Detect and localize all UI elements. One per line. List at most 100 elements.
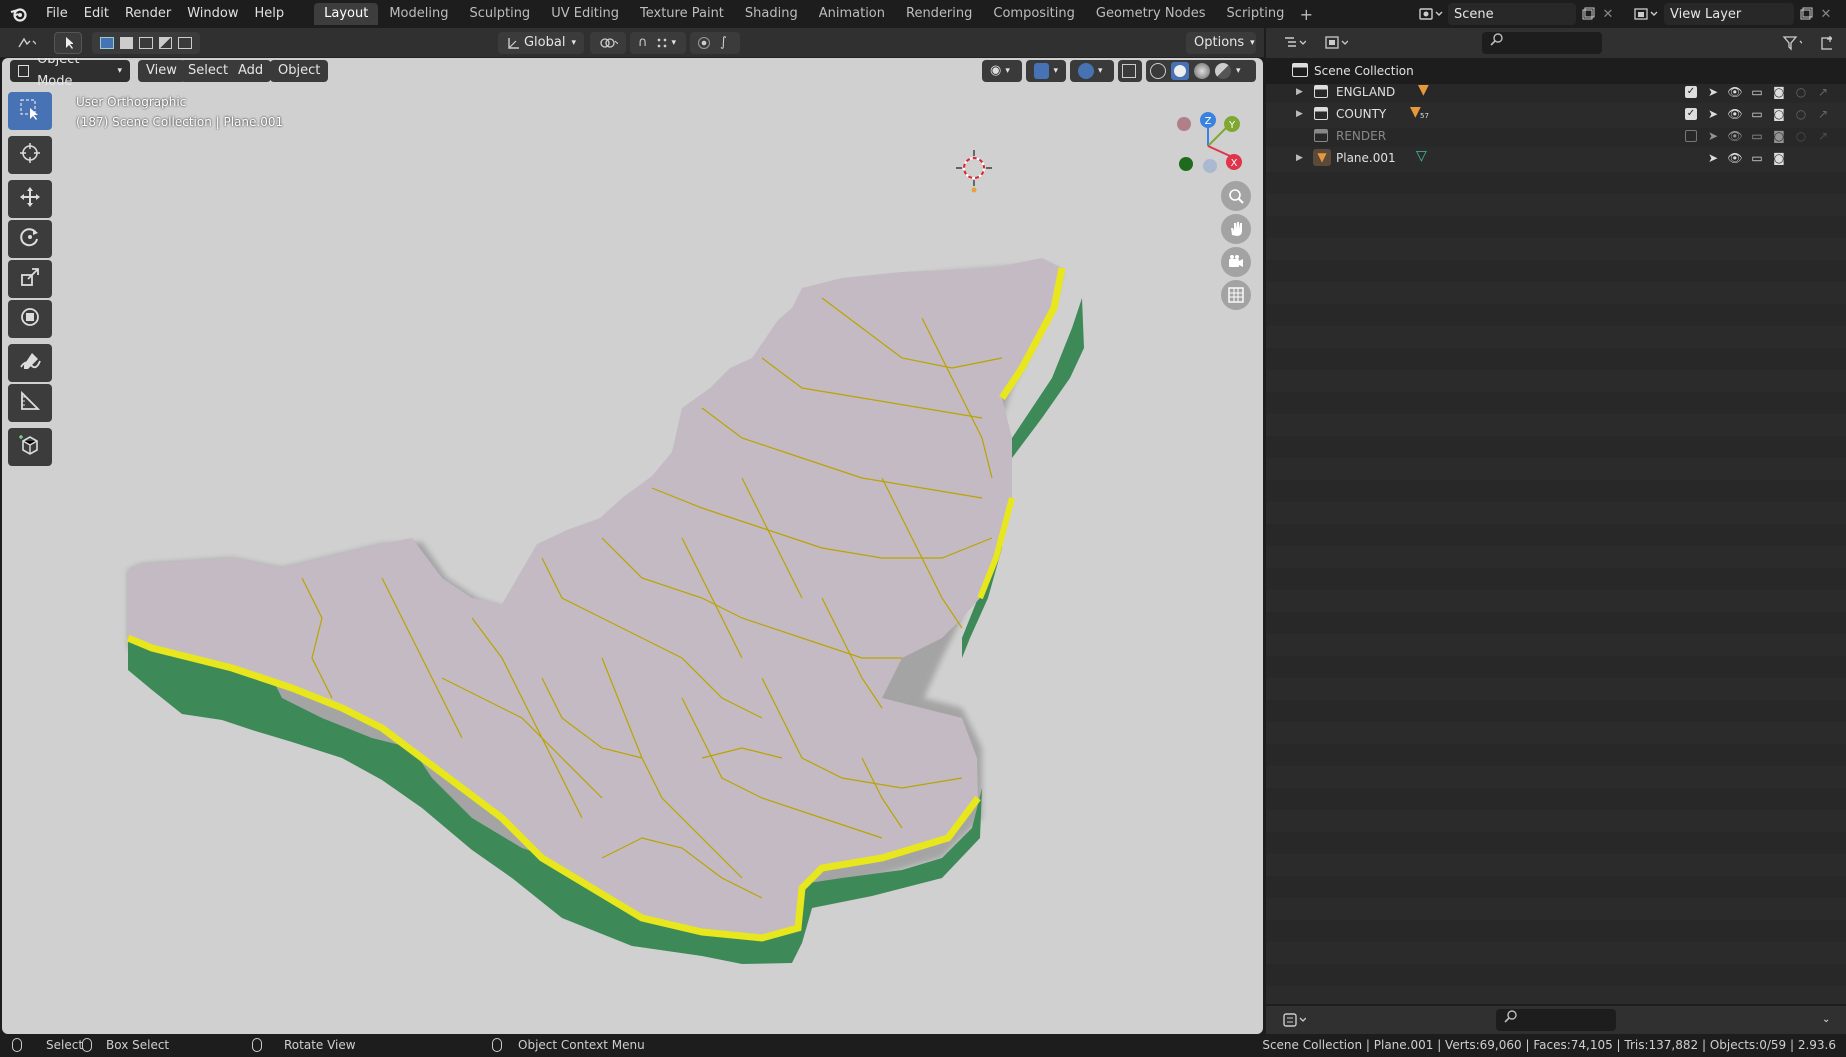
outliner-row-scene-collection[interactable]: Scene Collection [1266,60,1846,82]
delete-scene-icon[interactable]: ✕ [1600,3,1616,25]
monitor-icon[interactable]: ▭ [1746,148,1768,168]
neg-z-handle[interactable] [1203,159,1217,173]
zoom-icon[interactable] [1221,181,1251,211]
select-intersect-icon[interactable] [178,37,192,49]
tab-animation[interactable]: Animation [809,3,895,25]
monitor-icon[interactable]: ▭ [1746,82,1768,102]
solid-shading-icon[interactable] [1171,62,1189,80]
tab-modeling[interactable]: Modeling [379,3,458,25]
blender-logo-icon[interactable] [8,3,30,25]
tab-sculpting[interactable]: Sculpting [459,3,540,25]
monitor-icon[interactable]: ▭ [1746,104,1768,124]
delete-view-layer-icon[interactable]: ✕ [1818,3,1834,25]
falloff-curve-icon[interactable]: ∫ [720,32,727,54]
xray-toggle-icon[interactable] [1118,60,1142,82]
expand-arrow-icon[interactable]: ▶ [1296,153,1303,163]
camera-view-icon[interactable] [1221,247,1251,277]
outliner-editor-type-icon[interactable] [1274,32,1314,54]
neg-x-handle[interactable] [1177,117,1191,131]
editor-type-icon[interactable] [8,32,44,54]
tab-texture-paint[interactable]: Texture Paint [630,3,734,25]
ortho-grid-icon[interactable] [1221,280,1251,310]
select-subtract-icon[interactable] [139,37,153,49]
measure-tool[interactable] [8,384,52,422]
object-menu[interactable]: Object [270,60,329,82]
camera-icon[interactable]: ◙ [1768,104,1790,124]
selectable-arrow-icon[interactable]: ➤ [1702,104,1724,124]
new-view-layer-icon[interactable] [1796,3,1816,25]
view-layer-icon[interactable] [1630,3,1666,25]
menu-window[interactable]: Window [179,0,246,28]
wireframe-shading-icon[interactable] [1150,63,1166,79]
magnet-icon[interactable]: ∩ [638,32,648,54]
properties-search-input[interactable] [1496,1009,1616,1031]
rotate-tool[interactable] [8,220,52,258]
scale-tool[interactable] [8,260,52,298]
select-box-tool[interactable] [8,92,52,130]
indirect-only-icon[interactable]: ↗ [1812,82,1834,102]
tab-layout[interactable]: Layout [314,3,379,25]
select-menu[interactable]: Select [180,60,237,82]
selectable-arrow-icon[interactable]: ➤ [1702,148,1724,168]
navigation-gizmo[interactable]: Z Y X [1168,104,1248,184]
new-collection-icon[interactable] [1812,32,1840,54]
camera-icon[interactable]: ◙ [1768,126,1790,146]
include-checkbox[interactable]: ✓ [1680,82,1702,102]
new-scene-icon[interactable] [1578,3,1598,25]
gizmo-dropdown[interactable]: ▾ [1026,60,1066,82]
holdout-icon[interactable]: ○ [1790,82,1812,102]
tab-geometry-nodes[interactable]: Geometry Nodes [1086,3,1216,25]
properties-editor-type-icon[interactable] [1274,1009,1314,1031]
transform-tool[interactable] [8,300,52,338]
selectable-arrow-icon[interactable]: ➤ [1702,82,1724,102]
selectable-arrow-icon[interactable]: ➤ [1702,126,1724,146]
outliner-row-county[interactable]: ▶ COUNTY ▼ 57 ✓ ➤ 👁 ▭ ◙ ○ ↗ [1266,103,1846,125]
pivot-point-icon[interactable] [590,32,626,54]
snap-target-icon[interactable] [655,37,668,49]
display-mode-icon[interactable] [1316,32,1356,54]
holdout-icon[interactable]: ○ [1790,104,1812,124]
cursor-tool[interactable] [8,136,52,174]
select-extend-icon[interactable] [119,37,134,49]
options-dropdown[interactable]: Options ▾ [1186,32,1256,54]
camera-icon[interactable]: ◙ [1768,148,1790,168]
filter-icon[interactable] [1774,32,1810,54]
holdout-icon[interactable]: ○ [1790,126,1812,146]
menu-file[interactable]: File [38,0,76,28]
transform-orientation-dropdown[interactable]: Global ▾ [498,32,584,54]
menu-render[interactable]: Render [117,0,179,28]
eye-icon[interactable]: 👁 [1724,104,1746,124]
include-checkbox[interactable]: ✓ [1680,104,1702,124]
chevron-down-icon[interactable]: ⌄ [1814,1009,1838,1031]
monitor-icon[interactable]: ▭ [1746,126,1768,146]
eye-icon[interactable]: 👁 [1724,82,1746,102]
select-invert-icon[interactable] [158,37,173,49]
add-workspace-button[interactable]: + [1295,5,1317,24]
material-shading-icon[interactable] [1194,63,1210,79]
outliner-row-england[interactable]: ▶ ENGLAND ▼ ✓ ➤ 👁 ▭ ◙ ○ ↗ [1266,81,1846,103]
scene-name-field[interactable]: Scene [1448,3,1576,25]
add-menu[interactable]: Add [230,60,272,82]
visibility-dropdown[interactable]: ◉ ▾ [982,60,1022,82]
indirect-only-icon[interactable]: ↗ [1812,126,1834,146]
select-tool-icon[interactable] [54,32,82,54]
proportional-edit-icon[interactable] [698,37,710,49]
camera-icon[interactable]: ◙ [1768,82,1790,102]
outliner-search-input[interactable] [1482,32,1602,54]
menu-help[interactable]: Help [247,0,293,28]
add-cube-tool[interactable] [8,428,52,466]
select-new-icon[interactable] [100,37,114,49]
expand-arrow-icon[interactable]: ▶ [1296,109,1303,119]
pan-hand-icon[interactable] [1221,214,1251,244]
tab-shading[interactable]: Shading [735,3,808,25]
outliner-row-render[interactable]: RENDER ➤ 👁 ▭ ◙ ○ ↗ [1266,125,1846,147]
menu-edit[interactable]: Edit [76,0,117,28]
rendered-shading-icon[interactable] [1215,63,1231,79]
view-menu[interactable]: View [138,60,185,82]
tab-rendering[interactable]: Rendering [896,3,982,25]
move-tool[interactable] [8,180,52,218]
eye-icon[interactable]: 👁 [1724,126,1746,146]
indirect-only-icon[interactable]: ↗ [1812,104,1834,124]
expand-arrow-icon[interactable]: ▶ [1296,87,1303,97]
neg-y-handle[interactable] [1179,157,1193,171]
